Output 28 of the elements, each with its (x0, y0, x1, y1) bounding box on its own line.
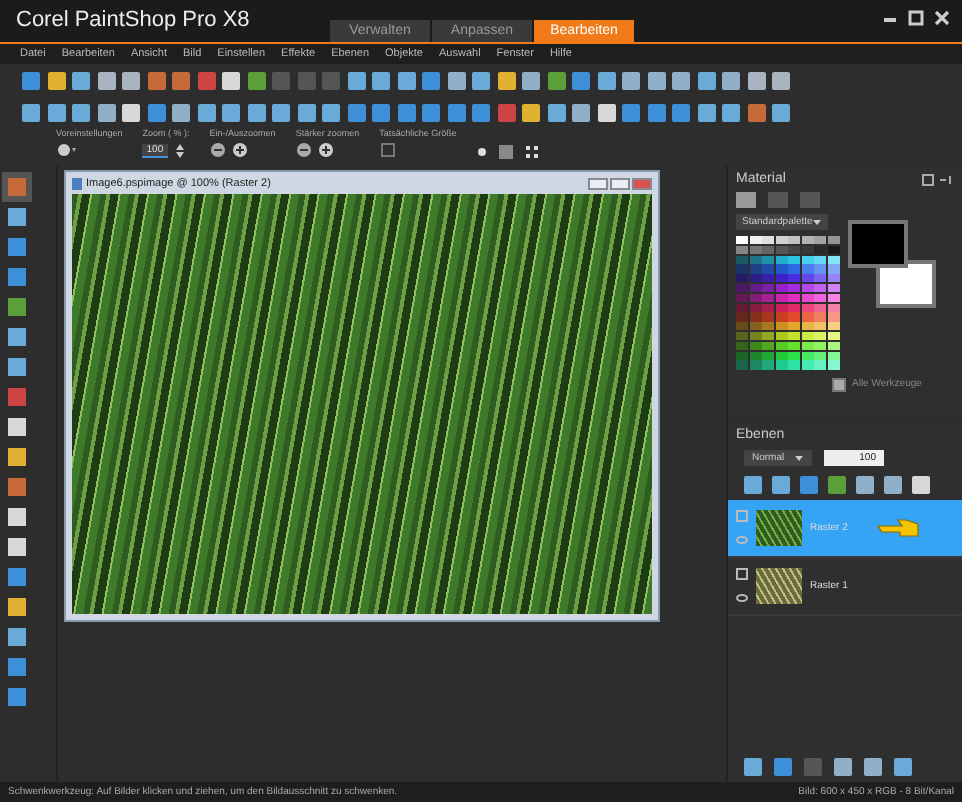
eye-icon[interactable] (736, 592, 748, 604)
close-icon[interactable] (934, 10, 950, 26)
window-title: Corel PaintShop Pro X8 (14, 8, 252, 36)
close-button[interactable] (632, 177, 652, 189)
grid-icon[interactable] (524, 144, 541, 160)
fit-window-icon[interactable] (498, 144, 515, 160)
foreground-color-swatch[interactable] (847, 220, 907, 268)
restore-button[interactable] (610, 177, 630, 189)
document-icon (72, 177, 82, 189)
panel-options-icon[interactable] (922, 173, 954, 185)
maximize-icon[interactable] (908, 10, 924, 26)
color-palette[interactable] (736, 236, 839, 370)
swatches-tab[interactable] (800, 192, 820, 208)
minimize-button[interactable] (588, 177, 608, 189)
checkbox[interactable] (832, 377, 846, 392)
caret-icon (794, 454, 804, 462)
zoom-in-icon[interactable] (317, 142, 334, 158)
layer-thumbnail (756, 568, 802, 604)
zoom-in-icon[interactable] (231, 142, 248, 158)
actual-size-icon[interactable] (379, 142, 396, 158)
dot-icon[interactable] (476, 146, 489, 158)
layer-thumbnail (756, 510, 802, 546)
pointing-hand-icon (875, 516, 924, 540)
zoom-out-icon[interactable] (209, 142, 226, 158)
spinner-icon[interactable] (173, 141, 186, 159)
caret-icon (812, 218, 822, 226)
background-color-swatch[interactable] (875, 260, 935, 308)
zoom-out-icon[interactable] (295, 142, 312, 158)
